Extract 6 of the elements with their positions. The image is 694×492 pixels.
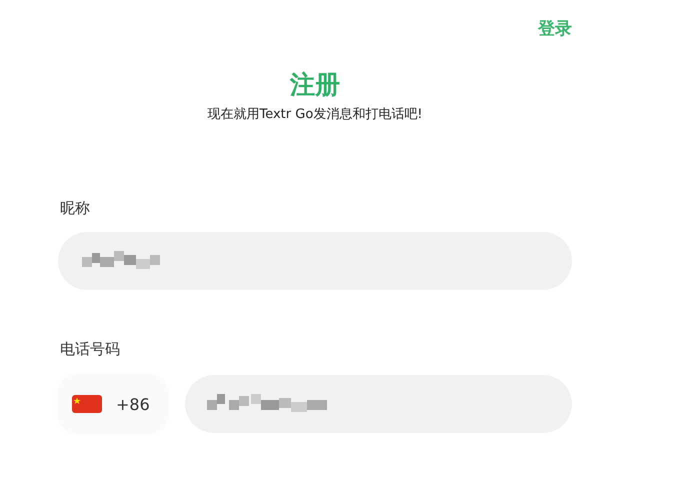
field-label: 电话号码 <box>59 340 121 359</box>
field-label: 昵称 <box>59 199 91 218</box>
subtitle: 现在就用Textr Go发消息和打电话吧! <box>207 106 422 123</box>
country-code-button[interactable]: +86 <box>58 375 168 433</box>
china-flag-icon <box>72 395 102 413</box>
page-title: 注册 <box>290 69 340 101</box>
